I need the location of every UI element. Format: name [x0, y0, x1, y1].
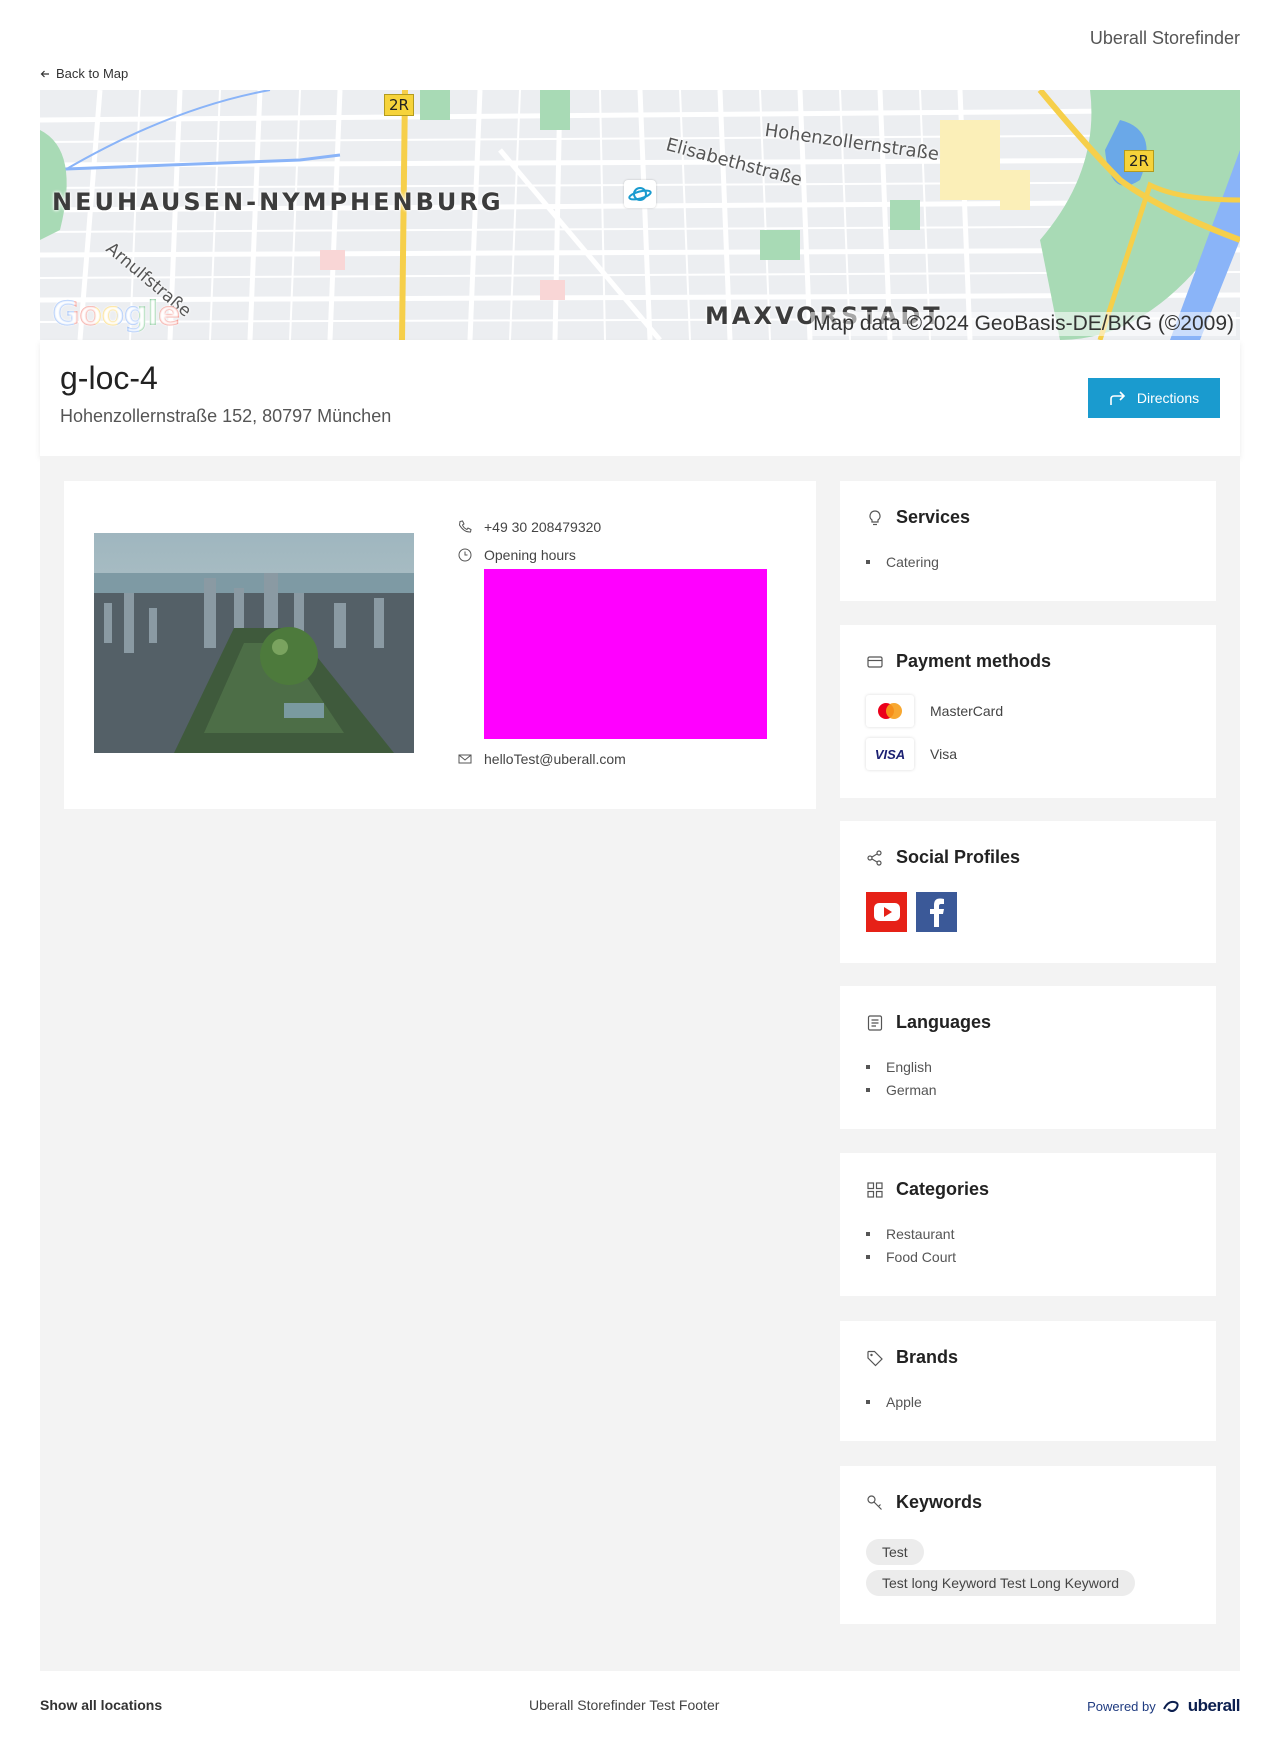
list-item: German — [866, 1078, 937, 1101]
brands-list: Apple — [866, 1390, 922, 1413]
visa-icon: VISA — [866, 738, 914, 770]
services-list: Catering — [866, 550, 939, 573]
opening-hours-row: Opening hours — [458, 547, 576, 563]
location-header-card: g-loc-4 Hohenzollernstraße 152, 80797 Mü… — [40, 340, 1240, 456]
email-address: helloTest@uberall.com — [484, 751, 626, 767]
mastercard-icon — [866, 695, 914, 727]
keyword-chip: Test long Keyword Test Long Keyword — [866, 1570, 1136, 1596]
social-profiles-card: Social Profiles — [840, 821, 1216, 963]
location-details-card: +49 30 208479320 Opening hours helloTest… — [64, 481, 816, 809]
categories-title: Categories — [896, 1179, 990, 1199]
social-profiles-title: Social Profiles — [896, 847, 1021, 867]
credit-card-icon — [867, 656, 883, 668]
brands-title: Brands — [896, 1347, 959, 1367]
youtube-icon[interactable] — [866, 892, 907, 932]
list-item: Food Court — [866, 1245, 956, 1268]
list-item: Catering — [866, 550, 939, 573]
store-photo — [94, 533, 414, 753]
key-icon — [867, 1495, 882, 1510]
payment-item: VISA Visa — [866, 738, 957, 770]
directions-label: Directions — [1136, 390, 1200, 406]
services-card: Services Catering — [840, 481, 1216, 601]
location-name: g-loc-4 — [60, 360, 158, 396]
content-area: +49 30 208479320 Opening hours helloTest… — [40, 456, 1240, 1671]
road-badge: 2R — [1124, 150, 1154, 172]
list-item: Apple — [866, 1390, 922, 1413]
clock-icon — [458, 548, 472, 562]
footer: Show all locations Uberall Storefinder T… — [40, 1671, 1241, 1742]
languages-list: English German — [866, 1055, 937, 1101]
powered-by-label: Powered by — [1087, 1698, 1156, 1714]
list-item: Restaurant — [866, 1222, 956, 1245]
google-logo: Google — [52, 294, 181, 334]
planet-icon — [628, 187, 652, 201]
arrow-left-icon — [40, 70, 49, 77]
payment-item: MasterCard — [866, 695, 1003, 727]
uberall-brand: uberall — [1187, 1696, 1241, 1715]
payment-label: Visa — [930, 746, 957, 762]
languages-card: Languages English German — [840, 986, 1216, 1129]
email-row[interactable]: helloTest@uberall.com — [458, 751, 626, 767]
phone-number: +49 30 208479320 — [484, 519, 602, 535]
location-address: Hohenzollernstraße 152, 80797 München — [60, 406, 392, 426]
map-district-label: NEUHAUSEN-NYMPHENBURG — [52, 188, 504, 216]
payment-methods-card: Payment methods MasterCard VISA Visa — [840, 625, 1216, 798]
categories-card: Categories Restaurant Food Court — [840, 1153, 1216, 1296]
directions-button[interactable]: Directions — [1088, 378, 1220, 418]
brands-card: Brands Apple — [840, 1321, 1216, 1441]
tag-icon — [867, 1350, 883, 1367]
brand-title: Uberall Storefinder — [1089, 28, 1240, 48]
lightbulb-icon — [869, 510, 881, 526]
header: Uberall Storefinder Back to Map — [40, 0, 1240, 81]
phone-row[interactable]: +49 30 208479320 — [458, 519, 601, 535]
envelope-icon — [458, 754, 472, 764]
payment-methods-title: Payment methods — [896, 651, 1052, 671]
back-to-map-link[interactable]: Back to Map — [40, 66, 128, 81]
location-marker[interactable] — [624, 180, 656, 208]
road-badge: 2R — [384, 94, 414, 116]
powered-by-link[interactable]: Powered by uberall — [1087, 1696, 1240, 1716]
keywords-card: Keywords Test Test long Keyword Test Lon… — [840, 1466, 1216, 1624]
footer-text: Uberall Storefinder Test Footer — [529, 1697, 720, 1713]
services-title: Services — [896, 507, 971, 527]
document-icon — [867, 1015, 883, 1031]
uberall-logo-icon — [1162, 1700, 1179, 1712]
keyword-chip: Test — [866, 1539, 924, 1565]
map-attribution: Map data ©2024 GeoBasis-DE/BKG (©2009) — [811, 312, 1236, 336]
keywords-title: Keywords — [896, 1492, 983, 1512]
opening-hours-placeholder — [484, 569, 767, 739]
payment-label: MasterCard — [930, 703, 1004, 719]
grid-icon — [867, 1182, 883, 1198]
directions-icon — [1110, 391, 1126, 405]
list-item: English — [866, 1055, 937, 1078]
phone-icon — [458, 520, 472, 533]
show-all-locations-link[interactable]: Show all locations — [40, 1697, 162, 1713]
share-icon — [867, 850, 882, 866]
back-to-map-label: Back to Map — [56, 66, 129, 81]
facebook-icon[interactable] — [916, 892, 957, 932]
map[interactable]: 2R 2R NEUHAUSEN-NYMPHENBURG MAXVORSTADT … — [40, 90, 1240, 340]
opening-hours-label: Opening hours — [484, 547, 576, 563]
categories-list: Restaurant Food Court — [866, 1222, 956, 1268]
languages-title: Languages — [896, 1012, 992, 1032]
